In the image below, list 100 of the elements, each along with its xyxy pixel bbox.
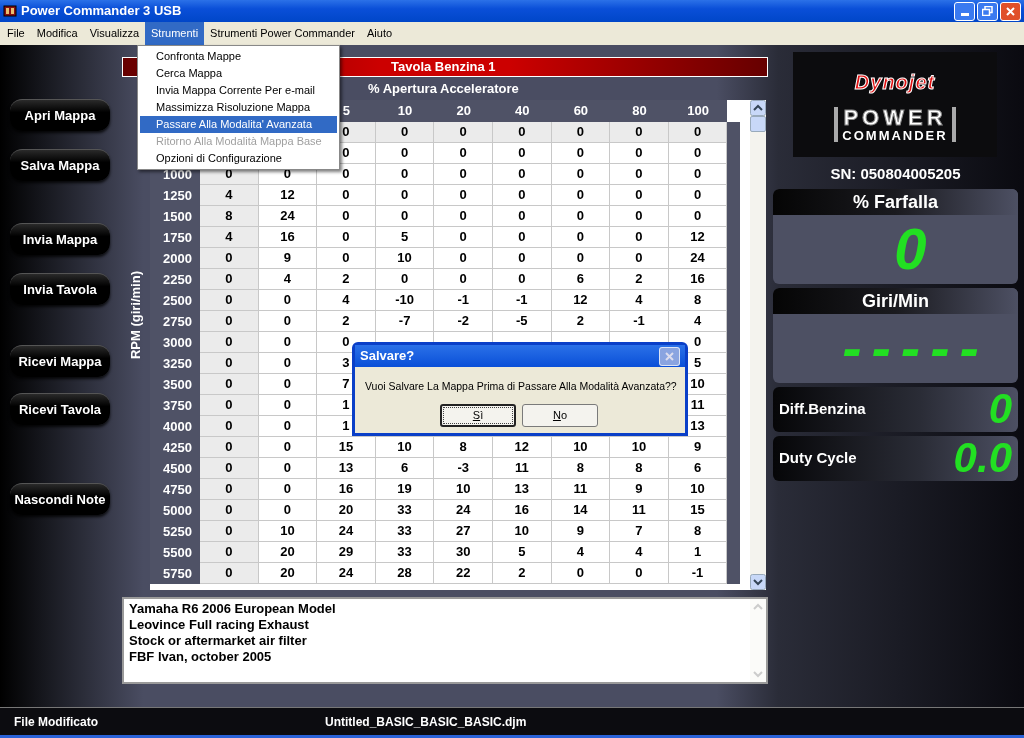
table-cell[interactable]: 24 — [317, 521, 376, 542]
menu-bar-item[interactable]: Aiuto — [361, 22, 399, 45]
dialog-button[interactable]: No — [522, 404, 598, 427]
table-cell[interactable]: 9 — [551, 521, 611, 542]
table-cell[interactable]: 33 — [375, 500, 435, 521]
table-cell[interactable]: 0 — [375, 185, 435, 206]
table-cell[interactable]: 28 — [375, 563, 435, 584]
notes-field[interactable]: Yamaha R6 2006 European Model Leovince Full racing Exhaust Stock or aftermarket air filter FBF Ivan, october 2005 — [122, 597, 768, 684]
table-cell[interactable]: 19 — [375, 479, 435, 500]
table-cell[interactable]: 0 — [200, 563, 259, 584]
table-cell[interactable]: -1 — [492, 290, 552, 311]
table-cell[interactable]: 12 — [492, 437, 552, 458]
table-cell[interactable]: 10 — [375, 437, 435, 458]
table-cell[interactable]: 0 — [375, 269, 435, 290]
table-cell[interactable]: 4 — [258, 269, 318, 290]
table-cell[interactable]: 0 — [551, 185, 611, 206]
table-cell[interactable]: 9 — [610, 479, 669, 500]
table-cell[interactable]: 0 — [200, 521, 259, 542]
table-cell[interactable]: 0 — [258, 290, 318, 311]
table-cell[interactable]: 0 — [200, 500, 259, 521]
scroll-up-icon[interactable] — [750, 100, 766, 116]
table-cell[interactable]: 0 — [258, 353, 318, 374]
close-button[interactable] — [659, 346, 680, 366]
close-button[interactable] — [1000, 1, 1021, 21]
table-cell[interactable]: 33 — [375, 542, 435, 563]
table-cell[interactable]: 0 — [610, 143, 669, 164]
table-cell[interactable]: 0 — [258, 500, 318, 521]
table-cell[interactable]: 6 — [375, 458, 435, 479]
table-cell[interactable]: 16 — [317, 479, 376, 500]
table-cell[interactable]: 30 — [434, 542, 493, 563]
table-cell[interactable]: 0 — [375, 164, 435, 185]
table-cell[interactable]: 24 — [668, 248, 728, 269]
scrollbar[interactable] — [750, 100, 766, 590]
scroll-down-icon[interactable] — [750, 574, 766, 590]
table-cell[interactable]: 0 — [668, 143, 728, 164]
table-cell[interactable]: 0 — [668, 164, 728, 185]
table-cell[interactable]: -1 — [434, 290, 493, 311]
table-cell[interactable]: 0 — [258, 311, 318, 332]
table-cell[interactable]: 4 — [317, 290, 376, 311]
menu-bar-item[interactable]: Modifica — [30, 22, 84, 45]
table-cell[interactable]: 0 — [492, 185, 552, 206]
table-cell[interactable]: 24 — [434, 500, 493, 521]
table-cell[interactable]: 12 — [668, 227, 728, 248]
table-cell[interactable]: 0 — [434, 269, 493, 290]
table-cell[interactable]: -1 — [610, 311, 669, 332]
table-cell[interactable]: 0 — [200, 479, 259, 500]
table-cell[interactable]: -10 — [375, 290, 435, 311]
table-cell[interactable]: 0 — [492, 206, 552, 227]
table-cell[interactable]: 5 — [375, 227, 435, 248]
side-button[interactable]: Salva Mappa — [10, 149, 110, 181]
menu-bar-item[interactable]: Strumenti — [145, 22, 205, 45]
table-cell[interactable]: 0 — [200, 290, 259, 311]
table-cell[interactable]: 10 — [434, 479, 493, 500]
table-cell[interactable]: 4 — [200, 185, 259, 206]
table-cell[interactable]: 0 — [492, 122, 552, 143]
scroll-thumb[interactable] — [750, 116, 766, 132]
table-cell[interactable]: 0 — [200, 395, 259, 416]
side-button[interactable]: Ricevi Tavola — [10, 393, 110, 425]
table-cell[interactable]: 0 — [551, 122, 611, 143]
table-cell[interactable]: 0 — [200, 332, 259, 353]
table-cell[interactable]: 20 — [258, 563, 318, 584]
table-cell[interactable]: 0 — [317, 185, 376, 206]
table-cell[interactable]: 6 — [668, 458, 728, 479]
table-cell[interactable]: 10 — [492, 521, 552, 542]
table-cell[interactable]: 8 — [668, 521, 728, 542]
table-cell[interactable]: 0 — [551, 563, 611, 584]
table-cell[interactable]: 2 — [610, 269, 669, 290]
maximize-button[interactable] — [977, 1, 998, 21]
table-cell[interactable]: 0 — [610, 227, 669, 248]
menu-item[interactable]: Invia Mappa Corrente Per e-mail — [140, 82, 337, 99]
table-cell[interactable]: 13 — [492, 479, 552, 500]
table-cell[interactable]: 6 — [551, 269, 611, 290]
table-cell[interactable]: 0 — [200, 458, 259, 479]
table-cell[interactable]: 11 — [551, 479, 611, 500]
table-cell[interactable]: 24 — [317, 563, 376, 584]
table-cell[interactable]: 0 — [551, 206, 611, 227]
table-cell[interactable]: 0 — [375, 143, 435, 164]
table-cell[interactable]: 2 — [492, 563, 552, 584]
table-cell[interactable]: 0 — [258, 332, 318, 353]
table-cell[interactable]: 27 — [434, 521, 493, 542]
table-cell[interactable]: 10 — [668, 479, 728, 500]
table-cell[interactable]: 0 — [434, 122, 493, 143]
table-cell[interactable]: 0 — [258, 479, 318, 500]
table-cell[interactable]: 8 — [551, 458, 611, 479]
table-cell[interactable]: 0 — [200, 353, 259, 374]
menu-bar-item[interactable]: Strumenti Power Commander — [204, 22, 361, 45]
table-cell[interactable]: -1 — [668, 563, 728, 584]
table-cell[interactable]: 0 — [317, 206, 376, 227]
table-cell[interactable]: 33 — [375, 521, 435, 542]
side-button[interactable]: Apri Mappa — [10, 99, 110, 131]
table-cell[interactable]: 29 — [317, 542, 376, 563]
table-cell[interactable]: 0 — [258, 416, 318, 437]
minimize-button[interactable] — [954, 1, 975, 21]
table-cell[interactable]: 4 — [200, 227, 259, 248]
table-cell[interactable]: 9 — [258, 248, 318, 269]
table-cell[interactable]: 0 — [200, 248, 259, 269]
table-cell[interactable]: 2 — [317, 311, 376, 332]
table-cell[interactable]: 0 — [200, 269, 259, 290]
table-cell[interactable]: 0 — [200, 374, 259, 395]
table-cell[interactable]: 16 — [668, 269, 728, 290]
